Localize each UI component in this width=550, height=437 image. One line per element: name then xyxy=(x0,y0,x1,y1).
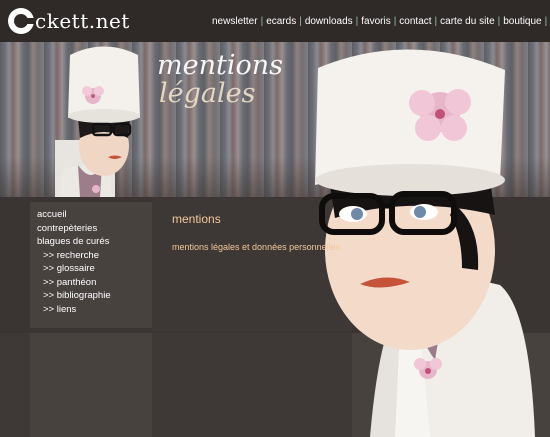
sidebar-item-blagues-de-cures[interactable]: blagues de curés xyxy=(37,235,152,249)
banner-title-line2: légales xyxy=(159,78,256,109)
large-figure-illustration xyxy=(315,49,535,437)
sidebar: accueil contrepèteries blagues de curés … xyxy=(30,202,152,328)
mentions-legales-link[interactable]: mentions légales et données personnelles xyxy=(172,242,340,252)
sidebar-item-liens[interactable]: >> liens xyxy=(37,303,152,317)
page-title: mentions xyxy=(172,212,221,226)
banner-title-line1: mentions xyxy=(157,50,283,81)
sidebar-item-contrepeteries[interactable]: contrepèteries xyxy=(37,222,152,236)
sidebar-item-bibliographie[interactable]: >> bibliographie xyxy=(37,289,152,303)
page: ckett.net newsletter | ecards | download… xyxy=(0,0,550,437)
sidebar-item-glossaire[interactable]: >> glossaire xyxy=(37,262,152,276)
sidebar-item-recherche[interactable]: >> recherche xyxy=(37,249,152,263)
sidebar-item-accueil[interactable]: accueil xyxy=(37,208,152,222)
sidebar-item-pantheon[interactable]: >> panthéon xyxy=(37,276,152,290)
small-figure-illustration xyxy=(55,46,140,197)
banner-title: mentions légales xyxy=(157,52,283,108)
